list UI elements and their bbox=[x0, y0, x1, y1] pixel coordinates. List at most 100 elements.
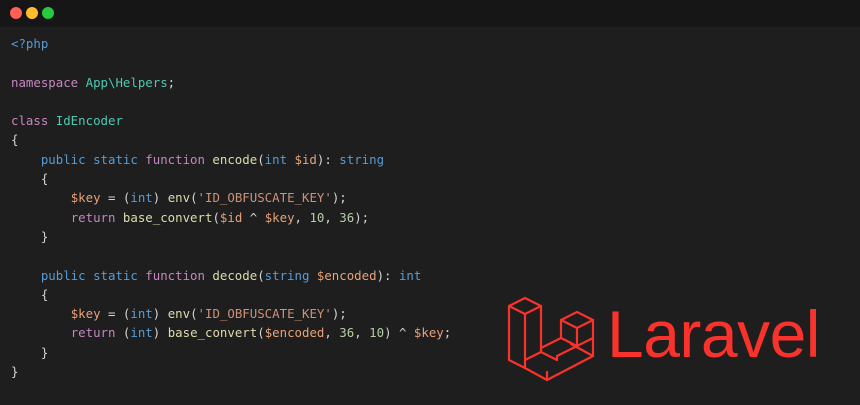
code-token: ); bbox=[331, 306, 347, 322]
code-token: env bbox=[167, 306, 191, 322]
code-token: } bbox=[11, 228, 49, 244]
code-token: base_convert bbox=[122, 209, 213, 225]
code-token: ; bbox=[167, 74, 176, 90]
code-line: public static function decode(string $en… bbox=[11, 266, 451, 285]
code-token: ( bbox=[257, 151, 265, 167]
code-token: $key bbox=[413, 325, 444, 341]
code-token: return bbox=[70, 209, 123, 225]
code-token: return bbox=[70, 325, 123, 341]
code-token: env bbox=[167, 190, 191, 206]
code-token: { bbox=[11, 171, 49, 187]
code-token: ( bbox=[190, 306, 198, 322]
laravel-logo-icon bbox=[507, 296, 595, 382]
code-token: = ( bbox=[100, 306, 131, 322]
editor-window: <?php namespace App\Helpers; class IdEncod… bbox=[0, 0, 860, 405]
code-token: ): bbox=[376, 267, 399, 283]
code-token: base_convert bbox=[167, 325, 258, 341]
code-line: $key = (int) env('ID_OBFUSCATE_KEY'); bbox=[11, 304, 451, 323]
code-line: } bbox=[11, 362, 451, 381]
code-line: class IdEncoder bbox=[11, 111, 451, 130]
code-token: $id bbox=[294, 151, 317, 167]
code-token: decode bbox=[212, 267, 258, 283]
code-token: { bbox=[11, 132, 19, 148]
code-token: = ( bbox=[100, 190, 131, 206]
code-token: { bbox=[11, 286, 49, 302]
code-token: App\Helpers bbox=[85, 74, 168, 90]
code-token: class bbox=[11, 113, 56, 129]
code-token: int bbox=[130, 325, 153, 341]
code-token: $encoded bbox=[316, 267, 377, 283]
code-token: ) bbox=[152, 190, 168, 206]
code-line: return base_convert($id ^ $key, 10, 36); bbox=[11, 208, 451, 227]
code-token: string bbox=[264, 267, 317, 283]
code-token: static bbox=[93, 267, 146, 283]
code-line: <?php bbox=[11, 34, 451, 53]
code-token: <?php bbox=[11, 36, 49, 51]
code-line: public static function encode(int $id): … bbox=[11, 150, 451, 169]
code-token: ) ^ bbox=[384, 325, 414, 341]
code-token: ) bbox=[152, 306, 168, 322]
code-token: int bbox=[130, 190, 153, 206]
code-token: ( bbox=[257, 325, 265, 341]
code-token: 10 bbox=[369, 325, 385, 341]
code-token: , bbox=[324, 209, 340, 225]
code-token: ( bbox=[257, 267, 265, 283]
code-token: static bbox=[93, 151, 146, 167]
code-token: ); bbox=[331, 190, 347, 206]
code-token: 'ID_OBFUSCATE_KEY' bbox=[197, 190, 332, 206]
laravel-logo: Laravel bbox=[505, 294, 850, 390]
code-token: } bbox=[11, 364, 19, 380]
code-line: { bbox=[11, 169, 451, 188]
code-line: { bbox=[11, 285, 451, 304]
code-token: ( bbox=[212, 209, 220, 225]
maximize-window-button[interactable] bbox=[42, 7, 54, 19]
close-window-button[interactable] bbox=[10, 7, 22, 19]
code-line: namespace App\Helpers; bbox=[11, 73, 451, 92]
code-token: function bbox=[145, 267, 213, 283]
code-line: $key = (int) env('ID_OBFUSCATE_KEY'); bbox=[11, 188, 451, 207]
code-token: $key bbox=[264, 209, 295, 225]
code-line: return (int) base_convert($encoded, 36, … bbox=[11, 323, 452, 342]
code-token: namespace bbox=[11, 74, 86, 90]
code-token: public bbox=[40, 267, 94, 283]
code-token: public bbox=[40, 151, 94, 167]
code-line: { bbox=[11, 130, 451, 149]
code-token: 36 bbox=[339, 209, 355, 225]
code-line: } bbox=[11, 227, 451, 246]
code-token: int bbox=[398, 267, 422, 283]
code-token: int bbox=[130, 306, 153, 322]
code-token: IdEncoder bbox=[55, 113, 123, 129]
code-token: $key bbox=[70, 190, 101, 206]
code-line: } bbox=[11, 343, 451, 362]
window-titlebar bbox=[0, 0, 860, 27]
code-token: } bbox=[11, 344, 49, 360]
code-token: $encoded bbox=[264, 325, 325, 341]
minimize-window-button[interactable] bbox=[26, 7, 38, 19]
code-token: function bbox=[145, 151, 213, 167]
code-token: 36 bbox=[339, 325, 355, 341]
code-token: ); bbox=[354, 209, 370, 225]
code-token: ( bbox=[190, 190, 198, 206]
code-token: ; bbox=[443, 325, 452, 341]
code-token: $id bbox=[219, 209, 243, 225]
code-token: , bbox=[324, 325, 340, 341]
code-token: $key bbox=[70, 306, 101, 322]
code-token: string bbox=[339, 151, 385, 167]
code-token: ^ bbox=[242, 209, 265, 225]
code-token: ): bbox=[316, 151, 340, 167]
code-token: 10 bbox=[309, 209, 325, 225]
code-token: , bbox=[294, 209, 310, 225]
code-token: 'ID_OBFUSCATE_KEY' bbox=[197, 306, 332, 322]
code-token: int bbox=[264, 151, 295, 167]
laravel-wordmark: Laravel bbox=[607, 297, 820, 371]
code-token: , bbox=[354, 325, 370, 341]
